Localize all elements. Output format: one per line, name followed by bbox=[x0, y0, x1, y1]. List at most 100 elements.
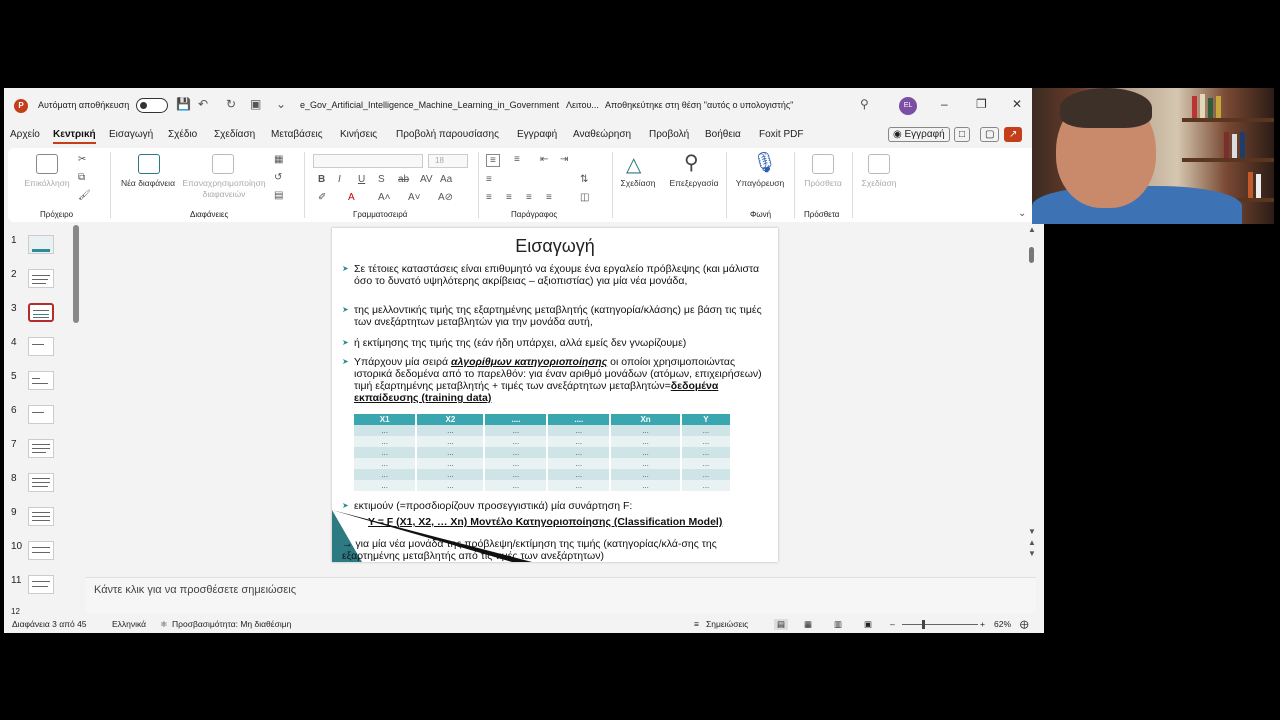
undo-icon[interactable]: ↶ bbox=[198, 97, 208, 111]
layout-icon[interactable]: ▦ bbox=[274, 154, 283, 165]
shadow-icon[interactable]: S bbox=[378, 174, 385, 185]
present-icon[interactable]: ▣ bbox=[250, 97, 261, 111]
zoom-in-icon[interactable]: + bbox=[980, 619, 985, 629]
font-size-box[interactable]: 18 bbox=[428, 154, 468, 168]
bullets-icon[interactable]: ≡ bbox=[486, 154, 500, 167]
reuse-slides-button[interactable]: Επαναχρησιμοποίηση διαφανειών bbox=[176, 178, 272, 200]
slide-thumbnail-3[interactable] bbox=[28, 303, 54, 322]
slide-canvas[interactable]: Εισαγωγή ➤ Σε τέτοιες καταστάσεις είναι ε… bbox=[332, 228, 778, 562]
scroll-up-icon[interactable]: ▲ bbox=[1028, 225, 1036, 234]
font-name-box[interactable] bbox=[313, 154, 423, 168]
slide-thumbnail-5[interactable] bbox=[28, 371, 54, 390]
redo-icon[interactable]: ↻ bbox=[226, 97, 236, 111]
tab-design[interactable]: Σχέδιο bbox=[168, 129, 197, 140]
new-slide-button[interactable]: Νέα διαφάνεια bbox=[120, 178, 176, 189]
zoom-slider[interactable] bbox=[902, 624, 978, 625]
avatar[interactable]: EL bbox=[899, 97, 917, 115]
zoom-slider-thumb[interactable] bbox=[922, 620, 925, 629]
shrink-font-icon[interactable]: A˅ bbox=[408, 192, 421, 203]
designer-button[interactable]: Σχεδίαση bbox=[854, 178, 904, 189]
reset-icon[interactable]: ↺ bbox=[274, 172, 282, 183]
copy-icon[interactable]: ⧉ bbox=[78, 172, 85, 183]
tab-slideshow[interactable]: Προβολή παρουσίασης bbox=[396, 129, 499, 140]
tab-record[interactable]: Εγγραφή bbox=[517, 129, 557, 140]
notes-pane[interactable]: Κάντε κλικ για να προσθέσετε σημειώσεις bbox=[86, 577, 1036, 613]
minimize-icon[interactable]: – bbox=[941, 97, 948, 111]
drawing-icon[interactable]: △ bbox=[626, 152, 641, 177]
save-icon[interactable]: 💾 bbox=[176, 97, 191, 111]
slide-thumbnail-10[interactable] bbox=[28, 541, 54, 560]
editing-button[interactable]: Επεξεργασία bbox=[664, 178, 724, 189]
zoom-level[interactable]: 62% bbox=[994, 619, 1011, 629]
increase-indent-icon[interactable]: ⇥ bbox=[560, 154, 568, 165]
slide-thumbnail-1[interactable] bbox=[28, 235, 54, 254]
slide-thumbnail-11[interactable] bbox=[28, 575, 54, 594]
align-center-icon[interactable]: ≡ bbox=[506, 192, 512, 203]
fit-slide-icon[interactable]: ⨁ bbox=[1020, 619, 1029, 630]
slideshow-icon[interactable]: ▣ bbox=[864, 619, 872, 630]
slide-thumbnail-6[interactable] bbox=[28, 405, 54, 424]
addins-button[interactable]: Πρόσθετα bbox=[798, 178, 848, 189]
share-icon[interactable]: ↗ bbox=[1004, 127, 1023, 142]
present-teams-icon[interactable]: □ bbox=[954, 127, 971, 142]
prediction-bullet[interactable]: → για μία νέα μονάδα της πρόβλεψη/εκτίμη… bbox=[342, 538, 772, 562]
normal-view-icon[interactable]: ▤ bbox=[774, 619, 789, 630]
slide-thumbnail-4[interactable] bbox=[28, 337, 54, 356]
tab-review[interactable]: Αναθεώρηση bbox=[573, 129, 631, 140]
language[interactable]: Ελληνικά bbox=[112, 619, 146, 629]
align-left-icon[interactable]: ≡ bbox=[486, 192, 492, 203]
highlight-icon[interactable]: ✐ bbox=[318, 192, 326, 203]
notes-toggle[interactable]: Σημειώσεις bbox=[706, 619, 748, 629]
slide-thumbnail-2[interactable] bbox=[28, 269, 54, 288]
section-icon[interactable]: ▤ bbox=[274, 190, 283, 201]
new-slide-icon[interactable] bbox=[138, 154, 160, 174]
spacing-icon[interactable]: AV bbox=[420, 174, 433, 185]
editing-search-icon[interactable]: ⚲ bbox=[684, 150, 699, 175]
tab-help[interactable]: Βοήθεια bbox=[705, 129, 741, 140]
training-data-table[interactable]: X1 X2 .... .... Xn Y .................. … bbox=[354, 414, 733, 491]
accessibility-status[interactable]: Προσβασιμότητα: Μη διαθέσιμη bbox=[172, 619, 291, 629]
text-direction-icon[interactable]: ≡ bbox=[486, 174, 492, 185]
addins-icon[interactable] bbox=[812, 154, 834, 174]
microphone-icon[interactable]: 🎙 bbox=[752, 150, 777, 175]
tab-foxit-pdf[interactable]: Foxit PDF bbox=[759, 129, 803, 140]
dictate-button[interactable]: Υπαγόρευση bbox=[730, 178, 790, 189]
close-icon[interactable]: ✕ bbox=[1012, 97, 1022, 111]
collapse-ribbon-icon[interactable]: ⌄ bbox=[1018, 208, 1026, 219]
slide-thumbnail-9[interactable] bbox=[28, 507, 54, 526]
tab-insert[interactable]: Εισαγωγή bbox=[109, 129, 153, 140]
clear-format-icon[interactable]: A⊘ bbox=[438, 192, 453, 203]
align-right-icon[interactable]: ≡ bbox=[526, 192, 532, 203]
tab-file[interactable]: Αρχείο bbox=[10, 129, 40, 140]
comments-icon[interactable]: ▢ bbox=[980, 127, 1000, 142]
record-button[interactable]: ◉ Εγγραφή bbox=[888, 127, 950, 142]
cut-icon[interactable]: ✂ bbox=[78, 154, 86, 165]
zoom-out-icon[interactable]: – bbox=[890, 619, 895, 629]
grow-font-icon[interactable]: A˄ bbox=[378, 192, 391, 203]
next-slide-icon[interactable]: ▼ bbox=[1028, 549, 1036, 558]
underline-icon[interactable]: U bbox=[358, 174, 365, 185]
designer-icon[interactable] bbox=[868, 154, 890, 174]
tab-animations[interactable]: Κινήσεις bbox=[340, 129, 377, 140]
drawing-button[interactable]: Σχεδίαση bbox=[614, 178, 662, 189]
font-color-icon[interactable]: A bbox=[348, 192, 355, 203]
case-icon[interactable]: Aa bbox=[440, 174, 452, 185]
slide-scrollbar[interactable]: ▲ ▼ ▲ ▼ bbox=[1024, 225, 1040, 562]
tab-draw[interactable]: Σχεδίαση bbox=[214, 129, 255, 140]
paste-icon[interactable] bbox=[36, 154, 58, 174]
italic-icon[interactable]: I bbox=[338, 174, 341, 185]
numbering-icon[interactable]: ≡ bbox=[514, 154, 520, 165]
restore-icon[interactable]: ❐ bbox=[976, 97, 987, 111]
tab-home[interactable]: Κεντρική bbox=[53, 129, 96, 144]
format-painter-icon[interactable]: 🖌 bbox=[78, 190, 91, 201]
decrease-indent-icon[interactable]: ⇤ bbox=[540, 154, 548, 165]
slide-title[interactable]: Εισαγωγή bbox=[332, 236, 778, 257]
reading-view-icon[interactable]: ▥ bbox=[834, 619, 842, 630]
thumbnail-scrollbar[interactable] bbox=[73, 225, 79, 323]
bold-icon[interactable]: B bbox=[318, 174, 325, 185]
strikethrough-icon[interactable]: ab bbox=[398, 174, 409, 185]
align-text-icon[interactable]: ⇅ bbox=[580, 174, 588, 185]
customize-qat-icon[interactable]: ⌄ bbox=[276, 97, 286, 111]
slide-thumbnail-8[interactable] bbox=[28, 473, 54, 492]
tab-transitions[interactable]: Μεταβάσεις bbox=[271, 129, 323, 140]
